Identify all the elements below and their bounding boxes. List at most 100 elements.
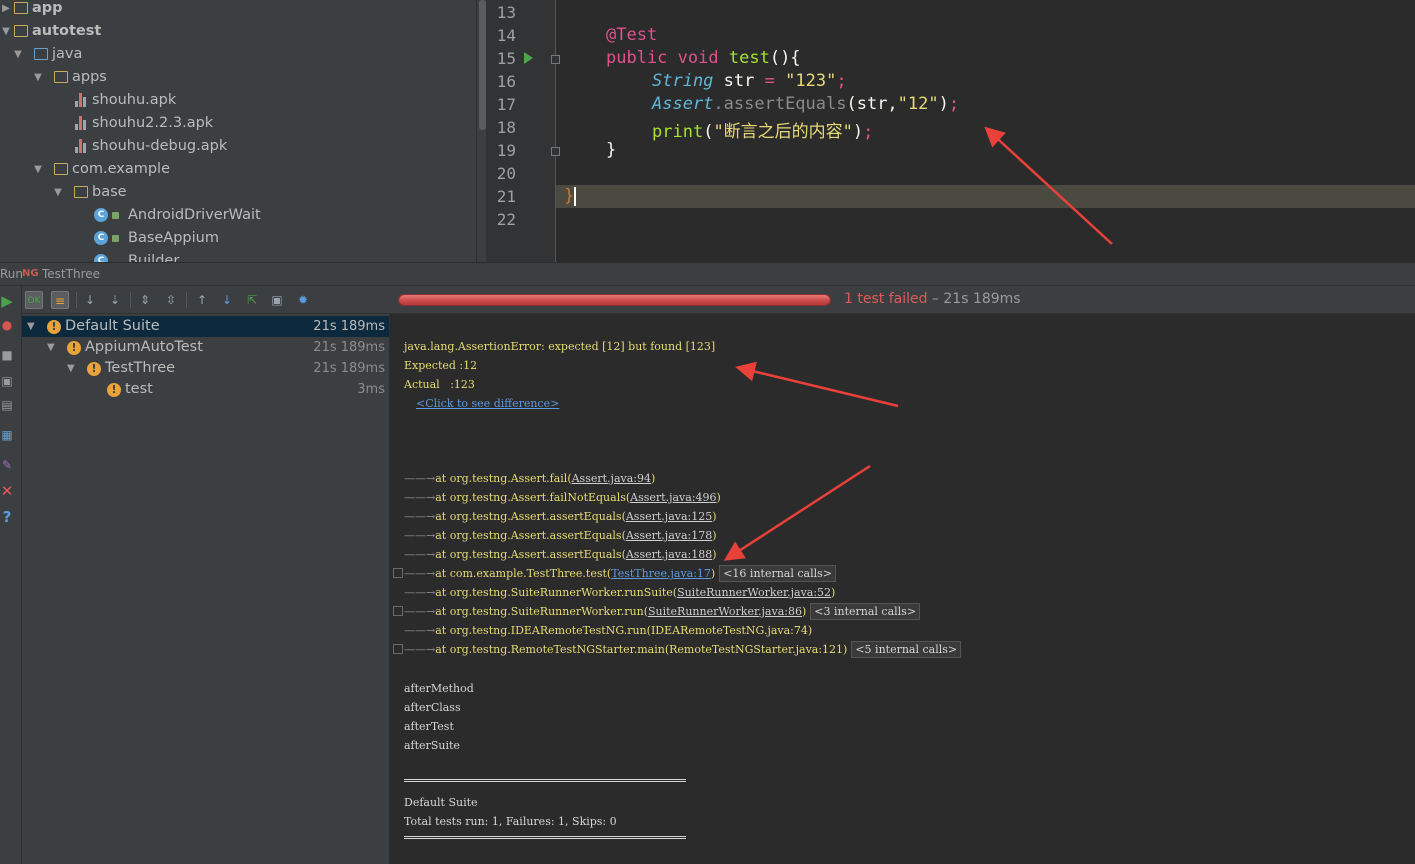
test-node-test[interactable]: ! test 3ms <box>22 379 389 400</box>
line-number: 18 <box>496 118 516 137</box>
stack-frame-source-link[interactable]: SuiteRunnerWorker.java:52 <box>677 586 831 599</box>
stop-icon[interactable]: ■ <box>0 348 14 362</box>
stack-frame-source-link[interactable]: SuiteRunnerWorker.java:86 <box>648 605 802 618</box>
string-token: "断言之后的内容" <box>713 122 853 142</box>
punctuation-token: ) <box>938 94 949 114</box>
punctuation-token: (){ <box>769 48 801 68</box>
pin-icon[interactable]: ✎ <box>0 458 14 472</box>
rerun-failed-icon[interactable]: ● <box>0 318 14 332</box>
stack-frame-source-link[interactable]: TestThree.java:17 <box>611 567 711 580</box>
stack-frame-line: ——→at org.testng.Assert.assertEquals(Ass… <box>404 508 717 525</box>
current-line-highlight <box>486 185 1415 208</box>
rerun-icon[interactable]: ▶ <box>0 294 14 309</box>
run-side-toolbar: ▶ ● ■ ▣ ▤ ▦ ✎ ✕ ? <box>0 286 22 864</box>
console-output[interactable]: java.lang.AssertionError: expected [12] … <box>390 314 1415 864</box>
chevron-down-icon[interactable]: ▼ <box>12 43 24 66</box>
stack-frame-close: ) <box>710 567 716 580</box>
stack-frame-source-link: RemoteTestNGStarter.java:121 <box>669 643 844 656</box>
expand-all-icon[interactable]: ⇕ <box>136 291 154 309</box>
stack-frame-text: at org.testng.Assert.assertEquals( <box>435 548 626 561</box>
export-results-icon[interactable]: ⇱ <box>243 291 261 309</box>
fold-icon[interactable] <box>393 644 403 654</box>
line-number: 13 <box>496 3 516 22</box>
internal-calls-fold[interactable]: <3 internal calls> <box>810 603 921 620</box>
run-gutter-icon[interactable] <box>524 52 533 64</box>
help-icon[interactable]: ? <box>0 510 14 525</box>
chevron-down-icon[interactable]: ▼ <box>67 358 75 379</box>
test-node-name: test <box>125 381 153 397</box>
show-ignored-icon[interactable]: ≡ <box>51 291 69 309</box>
export-icon[interactable]: ▤ <box>0 398 14 412</box>
chevron-down-icon[interactable]: ▼ <box>32 66 44 89</box>
stack-arrow-prefix: ——→ <box>404 624 436 637</box>
gear-icon[interactable]: ✹ <box>294 291 312 309</box>
fold-icon[interactable] <box>551 147 560 156</box>
stack-arrow-prefix: ——→ <box>404 605 436 618</box>
stack-frame-line: ——→at com.example.TestThree.test(TestThr… <box>404 565 836 582</box>
test-node-time: 21s 189ms <box>313 319 385 334</box>
import-results-icon[interactable]: ▣ <box>268 291 286 309</box>
chevron-down-icon[interactable]: ▼ <box>32 158 44 181</box>
collapse-all-icon[interactable]: ⇳ <box>162 291 180 309</box>
stack-frame-text: at org.testng.Assert.failNotEquals( <box>435 491 631 504</box>
chevron-down-icon[interactable]: ▼ <box>52 181 64 204</box>
tree-item-label: com.example <box>72 161 170 177</box>
stack-frame-source-link[interactable]: Assert.java:178 <box>626 529 712 542</box>
warning-icon: ! <box>67 341 81 355</box>
code-line-16: String str = "123"; <box>652 71 847 91</box>
run-config-name[interactable]: TestThree <box>42 267 100 281</box>
stack-frame-source-link[interactable]: Assert.java:125 <box>626 510 712 523</box>
internal-calls-fold[interactable]: <16 internal calls> <box>719 565 836 582</box>
see-difference-link[interactable]: <Click to see difference> <box>416 397 559 410</box>
test-node-appiumautotest[interactable]: ▼ ! AppiumAutoTest 21s 189ms <box>22 337 389 358</box>
line-number: 16 <box>496 72 516 91</box>
next-failed-icon[interactable]: ↓ <box>218 291 236 309</box>
show-passed-icon[interactable]: OK <box>25 291 43 309</box>
apk-file-icon <box>75 93 88 107</box>
module-folder-icon <box>14 25 28 37</box>
stack-frame-text: at org.testng.IDEARemoteTestNG.run( <box>435 624 651 637</box>
layout-icon[interactable]: ▦ <box>0 428 14 442</box>
code-editor[interactable]: 13 14 15 16 17 18 19 20 21 22 @Test publ… <box>486 0 1415 262</box>
scrollbar-thumb[interactable] <box>479 0 486 130</box>
close-icon[interactable]: ✕ <box>0 484 14 499</box>
punctuation-token: ; <box>948 94 960 114</box>
test-node-default-suite[interactable]: ▼ ! Default Suite 21s 189ms <box>22 316 389 337</box>
chevron-down-icon[interactable]: ▼ <box>47 337 55 358</box>
test-node-testthree[interactable]: ▼ ! TestThree 21s 189ms <box>22 358 389 379</box>
snapshot-icon[interactable]: ▣ <box>0 374 14 388</box>
fold-icon[interactable] <box>551 55 560 64</box>
stack-frame-source-link[interactable]: Assert.java:94 <box>572 472 651 485</box>
sort-duration-icon[interactable]: ⇣ <box>106 291 124 309</box>
run-tab-label[interactable]: Run <box>0 267 23 281</box>
stack-frame-source-link[interactable]: Assert.java:188 <box>626 548 712 561</box>
tree-item-label: app <box>32 0 63 16</box>
string-token: "123" <box>785 71 837 91</box>
stack-frame-line: ——→at org.testng.SuiteRunnerWorker.run(S… <box>404 603 921 620</box>
test-node-time: 21s 189ms <box>313 340 385 355</box>
expected-value: :12 <box>459 359 478 372</box>
project-tree: ▶ app ▼ autotest ▼ java ▼ apps shouhu.ap… <box>0 0 476 262</box>
project-tree-scrollbar[interactable] <box>476 0 486 262</box>
fold-icon[interactable] <box>393 606 403 616</box>
summary-title: Default Suite <box>404 796 478 809</box>
punctuation-token: ; <box>863 122 874 142</box>
internal-calls-fold[interactable]: <5 internal calls> <box>851 641 962 658</box>
actual-value: :123 <box>450 378 475 391</box>
stack-frame-close: ) <box>831 586 836 599</box>
brace-token: } <box>564 186 575 206</box>
fold-icon[interactable] <box>393 568 403 578</box>
stack-frame-close: ) <box>843 643 848 656</box>
chevron-right-icon[interactable]: ▶ <box>0 0 12 20</box>
testng-icon: NG <box>22 268 39 279</box>
actual-line: Actual :123 <box>404 378 475 391</box>
sort-alpha-icon[interactable]: ↓ <box>81 291 99 309</box>
code-line-18: print("断言之后的内容"); <box>652 117 873 142</box>
punctuation-token: ) <box>852 122 864 142</box>
lock-icon <box>112 235 119 242</box>
previous-failed-icon[interactable]: ↑ <box>193 291 211 309</box>
chevron-down-icon[interactable]: ▼ <box>27 316 35 337</box>
chevron-down-icon[interactable]: ▼ <box>0 20 12 43</box>
console-line: afterMethod <box>404 682 474 695</box>
stack-frame-source-link[interactable]: Assert.java:496 <box>630 491 716 504</box>
